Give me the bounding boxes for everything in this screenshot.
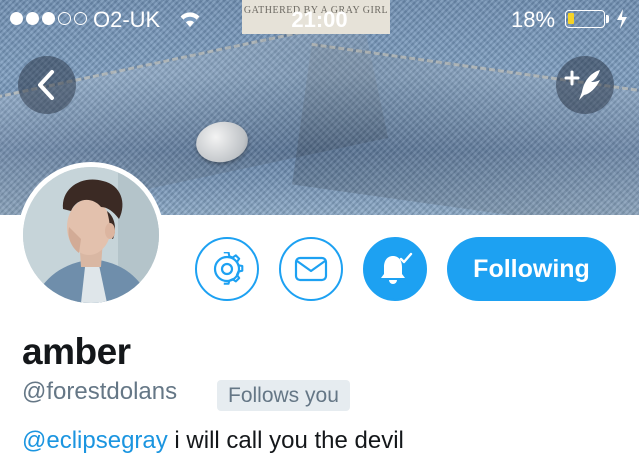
compose-tweet-icon	[564, 70, 600, 100]
gear-icon	[213, 252, 244, 285]
battery-tip	[606, 15, 609, 23]
profile-settings-button[interactable]	[195, 237, 259, 301]
profile-bio: @eclipsegray i will call you the devil	[22, 427, 404, 455]
avatar-photo	[23, 167, 159, 303]
direct-message-button[interactable]	[279, 237, 343, 301]
chevron-left-icon	[38, 70, 54, 100]
status-bar: O2-UK 21:00 18%	[0, 0, 639, 40]
charging-bolt-icon	[616, 9, 628, 34]
following-button[interactable]: Following	[447, 237, 616, 301]
bio-text: i will call you the devil	[167, 427, 404, 454]
back-button[interactable]	[18, 56, 76, 114]
battery-icon	[565, 10, 605, 28]
bio-mention-link[interactable]: @eclipsegray	[22, 427, 168, 454]
battery-level-fill	[568, 13, 574, 24]
bell-check-icon	[381, 252, 413, 284]
envelope-icon	[294, 256, 328, 282]
notifications-toggle-button[interactable]	[363, 237, 427, 301]
battery-percentage: 18%	[511, 7, 556, 32]
follows-you-badge: Follows you	[217, 380, 350, 411]
profile-display-name: amber	[22, 331, 131, 372]
compose-tweet-button[interactable]	[556, 56, 614, 114]
profile-handle: @forestdolans	[22, 378, 178, 405]
profile-avatar[interactable]	[18, 162, 164, 308]
